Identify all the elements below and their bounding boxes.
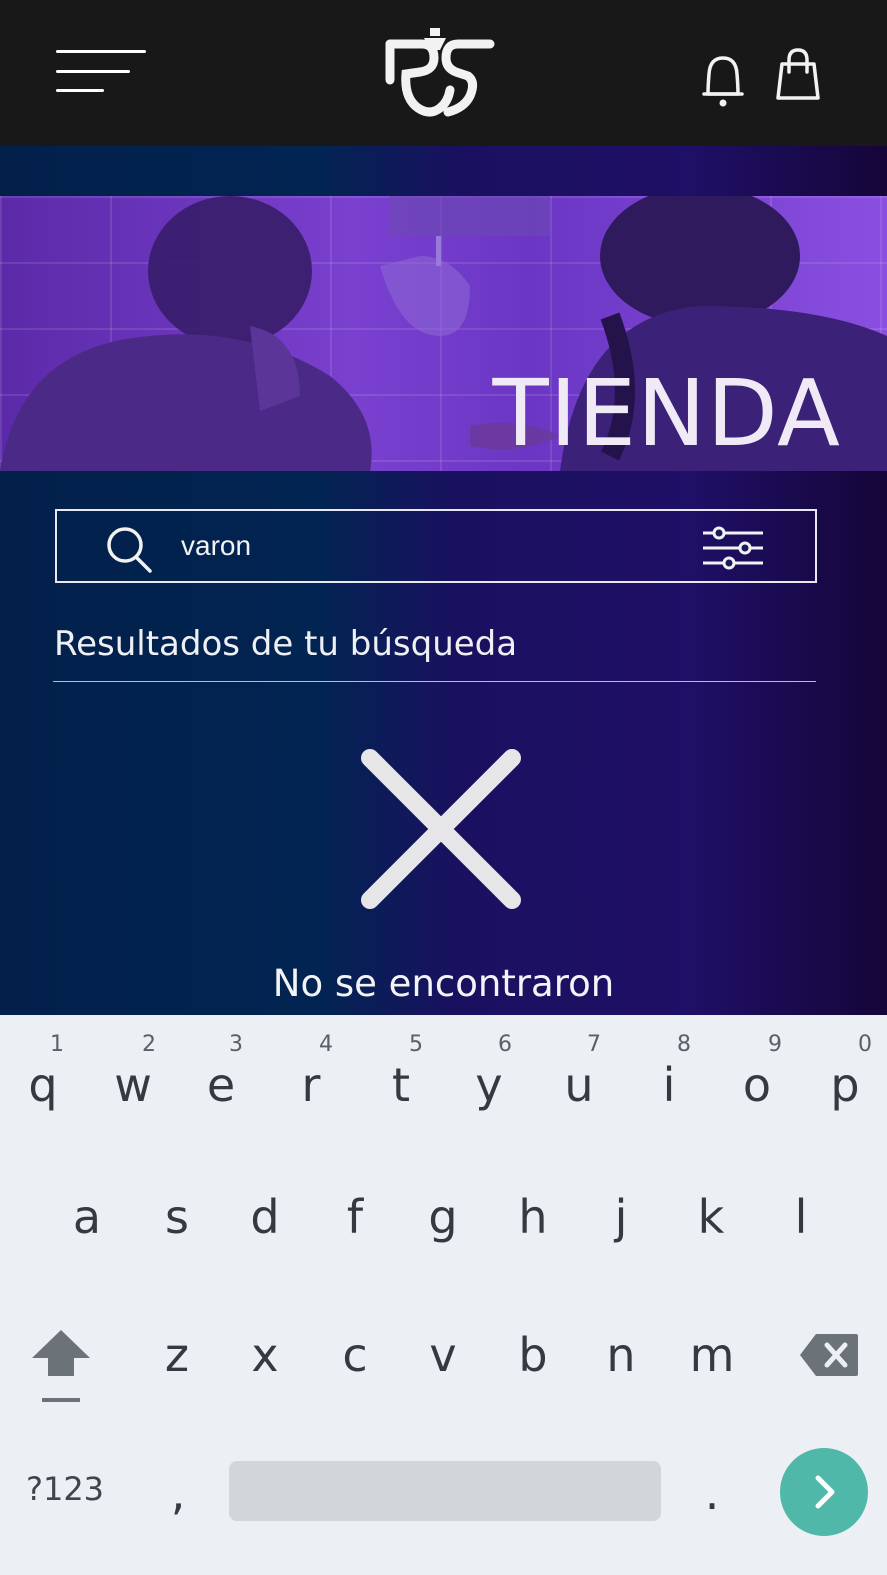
backspace-icon[interactable]: [798, 1332, 860, 1378]
key-l[interactable]: l: [778, 1190, 824, 1260]
key-j[interactable]: j: [598, 1190, 644, 1260]
key-y[interactable]: 6 y: [466, 1032, 512, 1122]
banner-title: TIENDA: [492, 360, 841, 467]
key-a[interactable]: a: [64, 1190, 110, 1260]
comma-key[interactable]: ,: [160, 1466, 196, 1526]
key-e[interactable]: 3 e: [198, 1032, 244, 1122]
key-k[interactable]: k: [688, 1190, 734, 1260]
chevron-right-icon: [815, 1475, 835, 1509]
key-o[interactable]: 9 o: [734, 1032, 782, 1122]
space-bar[interactable]: [229, 1461, 661, 1521]
key-z[interactable]: z: [154, 1328, 200, 1398]
hamburger-menu-icon[interactable]: [56, 48, 148, 94]
key-g[interactable]: g: [420, 1190, 466, 1260]
filter-sliders-icon[interactable]: [701, 525, 765, 571]
key-f[interactable]: f: [332, 1190, 378, 1260]
key-i[interactable]: 8 i: [646, 1032, 692, 1122]
symbols-key[interactable]: ?123: [20, 1470, 110, 1516]
top-app-bar: [0, 0, 887, 146]
go-button[interactable]: [780, 1448, 868, 1536]
key-r[interactable]: 4 r: [288, 1032, 334, 1122]
key-c[interactable]: c: [332, 1328, 378, 1398]
no-results-message: No se encontraron: [272, 962, 615, 1005]
search-query-text[interactable]: varon: [181, 529, 251, 563]
period-key[interactable]: .: [694, 1466, 730, 1526]
results-heading: Resultados de tu búsqueda: [54, 624, 518, 664]
key-x[interactable]: x: [242, 1328, 288, 1398]
rs-logo[interactable]: [384, 26, 496, 120]
key-p[interactable]: 0 p: [822, 1032, 872, 1122]
key-q[interactable]: 1 q: [20, 1032, 66, 1122]
key-d[interactable]: d: [242, 1190, 288, 1260]
key-m[interactable]: m: [680, 1328, 744, 1398]
shift-arrow-icon[interactable]: [30, 1328, 92, 1406]
bell-icon[interactable]: [700, 50, 746, 108]
search-icon[interactable]: [103, 523, 155, 575]
key-t[interactable]: 5 t: [378, 1032, 424, 1122]
shopping-bag-icon[interactable]: [774, 46, 822, 104]
key-b[interactable]: b: [510, 1328, 556, 1398]
key-u[interactable]: 7 u: [556, 1032, 602, 1122]
key-n[interactable]: n: [598, 1328, 644, 1398]
search-input[interactable]: varon: [55, 509, 817, 583]
key-v[interactable]: v: [420, 1328, 466, 1398]
close-x-icon: [361, 749, 521, 909]
results-divider: [53, 681, 816, 682]
key-h[interactable]: h: [510, 1190, 556, 1260]
key-s[interactable]: s: [154, 1190, 200, 1260]
key-w[interactable]: 2 w: [108, 1032, 158, 1122]
